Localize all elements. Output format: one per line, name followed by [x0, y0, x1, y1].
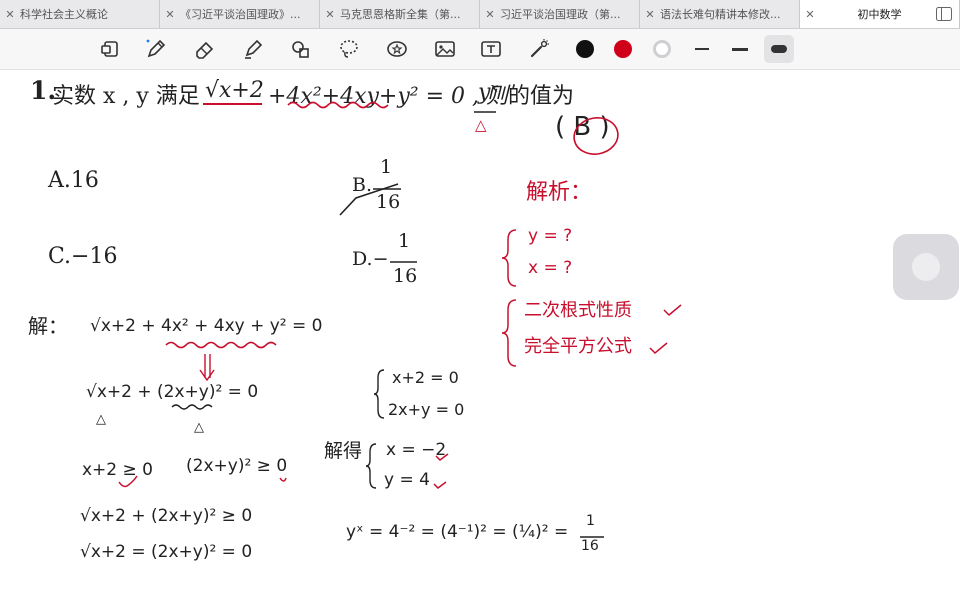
work-triangle-2: △: [194, 420, 204, 435]
lasso-icon[interactable]: [334, 35, 364, 63]
option-c: C.−16: [48, 244, 118, 269]
work-eq1: √x+2 + 4x² + 4xy + y² = 0: [90, 316, 323, 336]
tab-label: 《习近平谈治国理政》...: [180, 8, 301, 21]
y-value: y = 4: [384, 470, 430, 490]
option-b-denominator: 16: [376, 191, 401, 213]
tab-0[interactable]: ✕ 科学社会主义概论: [0, 0, 160, 28]
option-a: A.16: [48, 168, 99, 193]
note-property-1: 二次根式性质: [524, 300, 632, 321]
color-black[interactable]: [570, 35, 600, 63]
floating-assistive-button[interactable]: [893, 234, 959, 300]
image-icon[interactable]: [430, 35, 460, 63]
work-triangle-1: △: [96, 412, 106, 427]
document-page: 1. 实数 x , y 满足 √x+2 +4x²+4xy+y² = 0 , 则 …: [0, 70, 960, 600]
tab-label: 语法长难句精讲本修改...: [660, 8, 781, 21]
tab-label: 科学社会主义概论: [20, 8, 108, 21]
solution-label: 解：: [28, 314, 68, 338]
work-eq4: √x+2 = (2x+y)² = 0: [80, 542, 253, 562]
system-eq1: x+2 = 0: [392, 368, 459, 387]
question-expr-rest: +4x²+4xy+y² = 0 , 则: [268, 84, 509, 109]
option-b-prefix: B.: [352, 174, 373, 196]
option-d-denominator: 16: [393, 265, 418, 287]
close-icon[interactable]: ✕: [320, 8, 340, 21]
sidebar-toggle-icon[interactable]: [936, 6, 952, 21]
work-ineq1: x+2 ≥ 0: [82, 460, 153, 480]
system-eq2: 2x+y = 0: [388, 400, 465, 419]
close-icon[interactable]: ✕: [480, 8, 500, 21]
close-icon[interactable]: ✕: [0, 8, 20, 21]
option-d-numerator: 1: [398, 230, 411, 252]
option-b-numerator: 1: [380, 156, 393, 178]
analysis-title: 解析：: [526, 180, 593, 205]
sticker-icon[interactable]: [382, 35, 412, 63]
answer-paren: ( B ): [555, 112, 610, 142]
final-numerator: 1: [586, 513, 595, 529]
question-stem-suffix: 的值为: [508, 84, 575, 109]
assistive-button-dot: [912, 253, 940, 281]
tab-1[interactable]: ✕ 《习近平谈治国理政》...: [160, 0, 320, 28]
close-icon[interactable]: ✕: [160, 8, 180, 21]
work-eq2: √x+2 + (2x+y)² = 0: [86, 382, 259, 402]
note-x: x = ?: [528, 258, 573, 278]
tab-3[interactable]: ✕ 习近平谈治国理政（第...: [480, 0, 640, 28]
final-calculation: yˣ = 4⁻² = (4⁻¹)² = (¼)² =: [346, 522, 569, 542]
page-view-icon[interactable]: [96, 35, 126, 63]
thin-stroke-icon[interactable]: [687, 35, 717, 63]
question-expr-root: √x+2: [205, 78, 264, 103]
annotation-toolbar: [0, 29, 960, 70]
text-box-icon[interactable]: [476, 35, 506, 63]
tab-4[interactable]: ✕ 语法长难句精讲本修改...: [640, 0, 800, 28]
highlighter-icon[interactable]: [238, 35, 268, 63]
shapes-icon[interactable]: [286, 35, 316, 63]
note-property-2: 完全平方公式: [524, 336, 632, 357]
laser-pointer-icon[interactable]: [524, 35, 554, 63]
eraser-icon[interactable]: [190, 35, 220, 63]
tab-label: 马克思恩格斯全集（第...: [340, 8, 461, 21]
x-value: x = −2: [386, 440, 447, 460]
close-icon[interactable]: ✕: [640, 8, 660, 21]
tab-label: 习近平谈治国理政（第...: [500, 8, 621, 21]
pen-icon[interactable]: [141, 35, 171, 63]
question-stem-prefix: 实数 x , y 满足: [52, 84, 200, 109]
tab-2[interactable]: ✕ 马克思恩格斯全集（第...: [320, 0, 480, 28]
tab-bar: ✕ 科学社会主义概论 ✕ 《习近平谈治国理政》... ✕ 马克思恩格斯全集（第... …: [0, 0, 960, 29]
close-icon[interactable]: ✕: [800, 8, 820, 21]
work-ineq2: (2x+y)² ≥ 0: [186, 456, 288, 476]
question-expr-power: yˣ: [478, 80, 499, 105]
triangle-mark: △: [475, 116, 487, 134]
medium-stroke-icon[interactable]: [725, 35, 755, 63]
option-d-prefix: D.−: [352, 248, 389, 270]
note-y: y = ?: [528, 226, 573, 246]
final-denominator: 16: [581, 538, 599, 554]
color-white[interactable]: [647, 35, 677, 63]
solved-label: 解得: [324, 440, 363, 462]
work-eq3: √x+2 + (2x+y)² ≥ 0: [80, 506, 253, 526]
thick-stroke-icon[interactable]: [764, 35, 794, 63]
color-red[interactable]: [608, 35, 638, 63]
